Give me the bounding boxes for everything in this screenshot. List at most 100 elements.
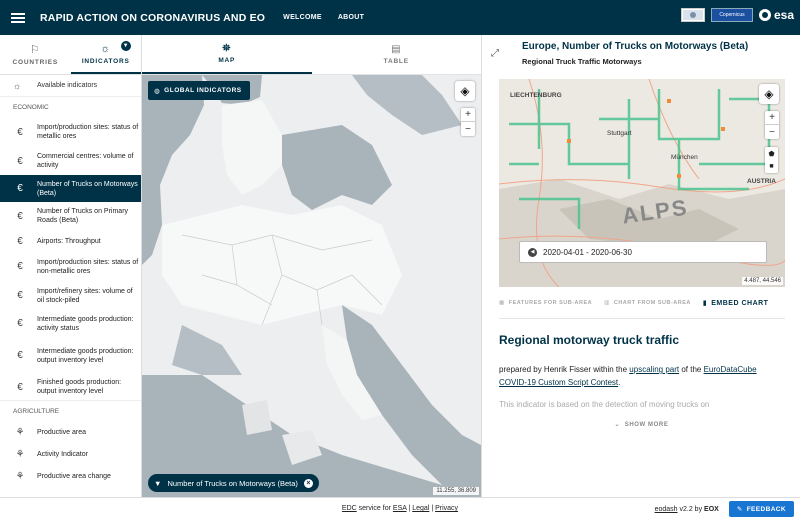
euro-icon: € — [17, 261, 23, 272]
layers-button[interactable]: ◈ — [455, 81, 475, 101]
euro-icon: € — [17, 318, 23, 329]
eodash-link[interactable]: eodash — [655, 506, 678, 513]
chevron-down-icon: ⌄ — [614, 422, 621, 428]
footer-right: eodash v2.2 by EOX ✎ FEEDBACK — [655, 501, 794, 517]
time-range-select[interactable]: ◀ 2020-04-01 - 2020-06-30 — [519, 241, 767, 263]
eu-logo — [680, 8, 705, 22]
list-item[interactable]: € Number of Trucks on Primary Roads (Beta… — [0, 202, 141, 230]
active-indicator-chip[interactable]: ▼ Number of Trucks on Motorways (Beta) × — [148, 474, 319, 492]
features-for-subarea-button[interactable]: ▦ FEATURES FOR SUB-AREA — [499, 300, 592, 306]
list-item[interactable]: € Import/production sites: status of meta… — [0, 117, 141, 147]
list-item[interactable]: € Import/production sites: status of non-… — [0, 252, 141, 281]
euro-icon: € — [17, 290, 23, 301]
global-indicators-button[interactable]: ◍ GLOBAL INDICATORS — [148, 81, 250, 100]
list-item[interactable]: ⚘ Productive area change — [0, 465, 141, 487]
list-item[interactable]: € Intermediate goods production: output i… — [0, 337, 141, 374]
list-item[interactable]: ⚘ Productive area — [0, 421, 141, 443]
wheat-icon: ⚘ — [15, 470, 25, 482]
map-label-region: LIECHTENBURG — [510, 92, 562, 99]
description-title: Regional motorway truck traffic — [499, 333, 680, 347]
feedback-icon: ✎ — [736, 506, 743, 513]
layers-button[interactable]: ◈ — [759, 84, 779, 104]
section-economic: ECONOMIC — [0, 96, 141, 117]
sidebar: ⚐ COUNTRIES ☼ INDICATORS ▼ ☼ Available i… — [0, 35, 142, 497]
table-icon: ▤ — [391, 44, 402, 55]
mini-map-coordinates: 4.487, 44.546 — [742, 277, 783, 285]
section-agriculture: AGRICULTURE — [0, 400, 141, 421]
map-coordinates: 11.255, 36.809 — [433, 487, 479, 495]
panel-subtitle: Regional Truck Traffic Motorways — [522, 57, 642, 66]
footer: EDC service for ESA | Legal | Privacy eo… — [0, 497, 800, 519]
nav-welcome[interactable]: WELCOME — [283, 14, 322, 21]
embed-chart-button[interactable]: ▮ EMBED CHART — [702, 299, 769, 308]
feedback-button[interactable]: ✎ FEEDBACK — [728, 501, 794, 517]
euro-icon: € — [17, 155, 23, 167]
top-bar: RAPID ACTION ON CORONAVIRUS AND EO WELCO… — [0, 0, 800, 35]
list-item[interactable]: € Commercial centres: volume of activity — [0, 147, 141, 175]
chevron-left-icon[interactable]: ◀ — [528, 247, 537, 257]
list-item[interactable]: € Intermediate goods production: activity… — [0, 310, 141, 337]
expand-icon[interactable]: ⤢ — [491, 48, 499, 59]
map-label-city: München — [671, 154, 698, 161]
chart-actions: ▦ FEATURES FOR SUB-AREA ▥ CHART FROM SUB… — [499, 295, 785, 311]
euro-icon: € — [17, 210, 23, 222]
esa-logo: esa — [758, 8, 794, 22]
partner-logos: Copernicus esa — [680, 8, 794, 22]
panel-title: Europe, Number of Trucks on Motorways (B… — [522, 41, 749, 52]
indicator-list: ☼ Available indicators ECONOMIC € Import/… — [0, 75, 141, 487]
indicator-map[interactable]: LIECHTENBURG Stuttgart München ALPS AUST… — [499, 79, 785, 287]
eox-logo: EOX — [704, 505, 719, 513]
copernicus-logo: Copernicus — [710, 8, 753, 22]
tab-indicators[interactable]: ☼ INDICATORS ▼ — [70, 35, 141, 74]
map-icon: ▦ — [499, 300, 505, 306]
filter-icon: ▼ — [154, 478, 162, 488]
rectangle-draw-icon[interactable]: ■ — [765, 160, 778, 173]
euro-icon: € — [17, 235, 23, 247]
map-canvas — [142, 75, 481, 497]
main-tabs: ⛯ MAP ▤ TABLE — [142, 35, 481, 75]
main-area: ⛯ MAP ▤ TABLE ◍ GLOBAL INDICATORS ◈ + − … — [142, 35, 481, 497]
euro-icon: € — [17, 183, 23, 194]
euro-icon: € — [17, 126, 23, 138]
tab-map[interactable]: ⛯ MAP — [142, 35, 312, 74]
close-icon[interactable]: × — [303, 478, 313, 488]
list-item[interactable]: ⚘ Activity Indicator — [0, 443, 141, 465]
indicator-panel: ⤢ Europe, Number of Trucks on Motorways … — [481, 35, 800, 497]
nav-about[interactable]: ABOUT — [338, 14, 364, 21]
zoom-in-button[interactable]: + — [765, 111, 779, 125]
eodash-credit: eodash v2.2 by EOX — [654, 505, 719, 513]
edc-link[interactable]: EDC — [342, 505, 357, 512]
bar-chart-icon: ▮ — [702, 300, 708, 307]
privacy-link[interactable]: Privacy — [435, 505, 458, 512]
flag-icon: ⚐ — [29, 44, 41, 56]
list-item[interactable]: € Airports: Throughput — [0, 230, 141, 252]
filter-badge-icon: ▼ — [121, 41, 131, 51]
lightbulb-icon: ☼ — [100, 42, 112, 55]
zoom-out-button[interactable]: − — [461, 122, 475, 136]
tab-countries[interactable]: ⚐ COUNTRIES — [0, 35, 71, 74]
wheat-icon: ⚘ — [15, 426, 25, 438]
chart-from-subarea-button[interactable]: ▥ CHART FROM SUB-AREA — [604, 300, 691, 306]
list-item[interactable]: € Finished goods production: output inven… — [0, 374, 141, 400]
wheat-icon: ⚘ — [15, 448, 25, 460]
list-item[interactable]: € Import/refinery sites: volume of oil st… — [0, 281, 141, 310]
divider — [499, 318, 785, 319]
upscaling-part-link[interactable]: upscaling part — [629, 365, 679, 374]
list-item-active[interactable]: € Number of Trucks on Motorways (Beta) — [0, 175, 141, 202]
description-text: prepared by Henrik Fisser within the ups… — [499, 365, 757, 387]
euro-icon: € — [17, 381, 23, 393]
menu-icon[interactable] — [11, 12, 25, 23]
zoom-in-button[interactable]: + — [461, 108, 475, 122]
available-indicators[interactable]: ☼ Available indicators — [0, 75, 141, 96]
esa-link[interactable]: ESA — [393, 505, 407, 512]
chart-icon: ▥ — [604, 300, 610, 306]
zoom-out-button[interactable]: − — [765, 125, 779, 139]
legal-link[interactable]: Legal — [412, 505, 429, 512]
tab-table[interactable]: ▤ TABLE — [312, 35, 482, 74]
app-title: RAPID ACTION ON CORONAVIRUS AND EO — [40, 11, 266, 24]
polygon-draw-icon[interactable]: ⬟ — [765, 147, 778, 160]
map-label-country: AUSTRIA — [747, 178, 776, 185]
zoom-control: + − — [461, 108, 475, 136]
europe-map[interactable]: ◍ GLOBAL INDICATORS ◈ + − ▼ Number of Tr… — [142, 75, 481, 497]
show-more-button[interactable]: ⌄ SHOW MORE — [482, 421, 800, 428]
